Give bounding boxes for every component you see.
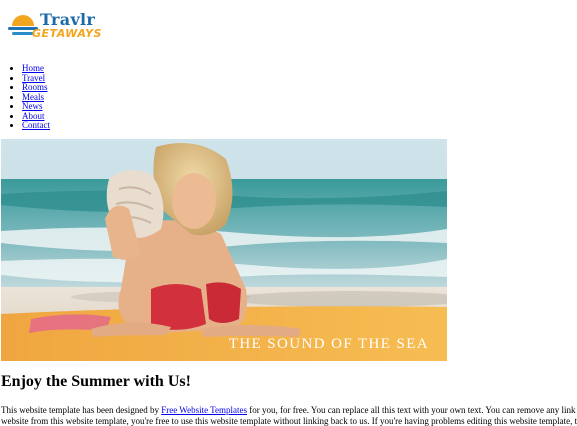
main-navigation: Home Travel Rooms Meals News About Conta… bbox=[0, 63, 50, 131]
nav-link-travel[interactable]: Travel bbox=[22, 73, 45, 83]
nav-link-news[interactable]: News bbox=[22, 101, 43, 111]
free-website-templates-link[interactable]: Free Website Templates bbox=[161, 405, 247, 415]
site-logo[interactable]: Travlr GETAWAYS bbox=[6, 9, 106, 43]
page-heading: Enjoy the Summer with Us! bbox=[1, 373, 191, 390]
logo-tagline: GETAWAYS bbox=[32, 27, 102, 40]
nav-item-contact: Contact bbox=[22, 120, 50, 131]
wave-icon-small bbox=[12, 32, 34, 35]
intro-text-start: This website template has been designed … bbox=[1, 405, 162, 415]
nav-link-meals[interactable]: Meals bbox=[22, 92, 44, 102]
intro-text-end: for you, for free. You can replace all t… bbox=[247, 405, 577, 415]
nav-link-home[interactable]: Home bbox=[22, 63, 44, 73]
hero-caption: THE SOUND OF THE SEA bbox=[228, 336, 429, 352]
sun-icon bbox=[12, 15, 34, 26]
nav-link-contact[interactable]: Contact bbox=[22, 120, 50, 130]
nav-link-rooms[interactable]: Rooms bbox=[22, 82, 48, 92]
nav-link-about[interactable]: About bbox=[22, 111, 45, 121]
hero-banner: THE SOUND OF THE SEA bbox=[1, 139, 447, 361]
intro-text: This website template has been designed … bbox=[1, 405, 577, 426]
hero-beach-illustration bbox=[1, 139, 447, 361]
